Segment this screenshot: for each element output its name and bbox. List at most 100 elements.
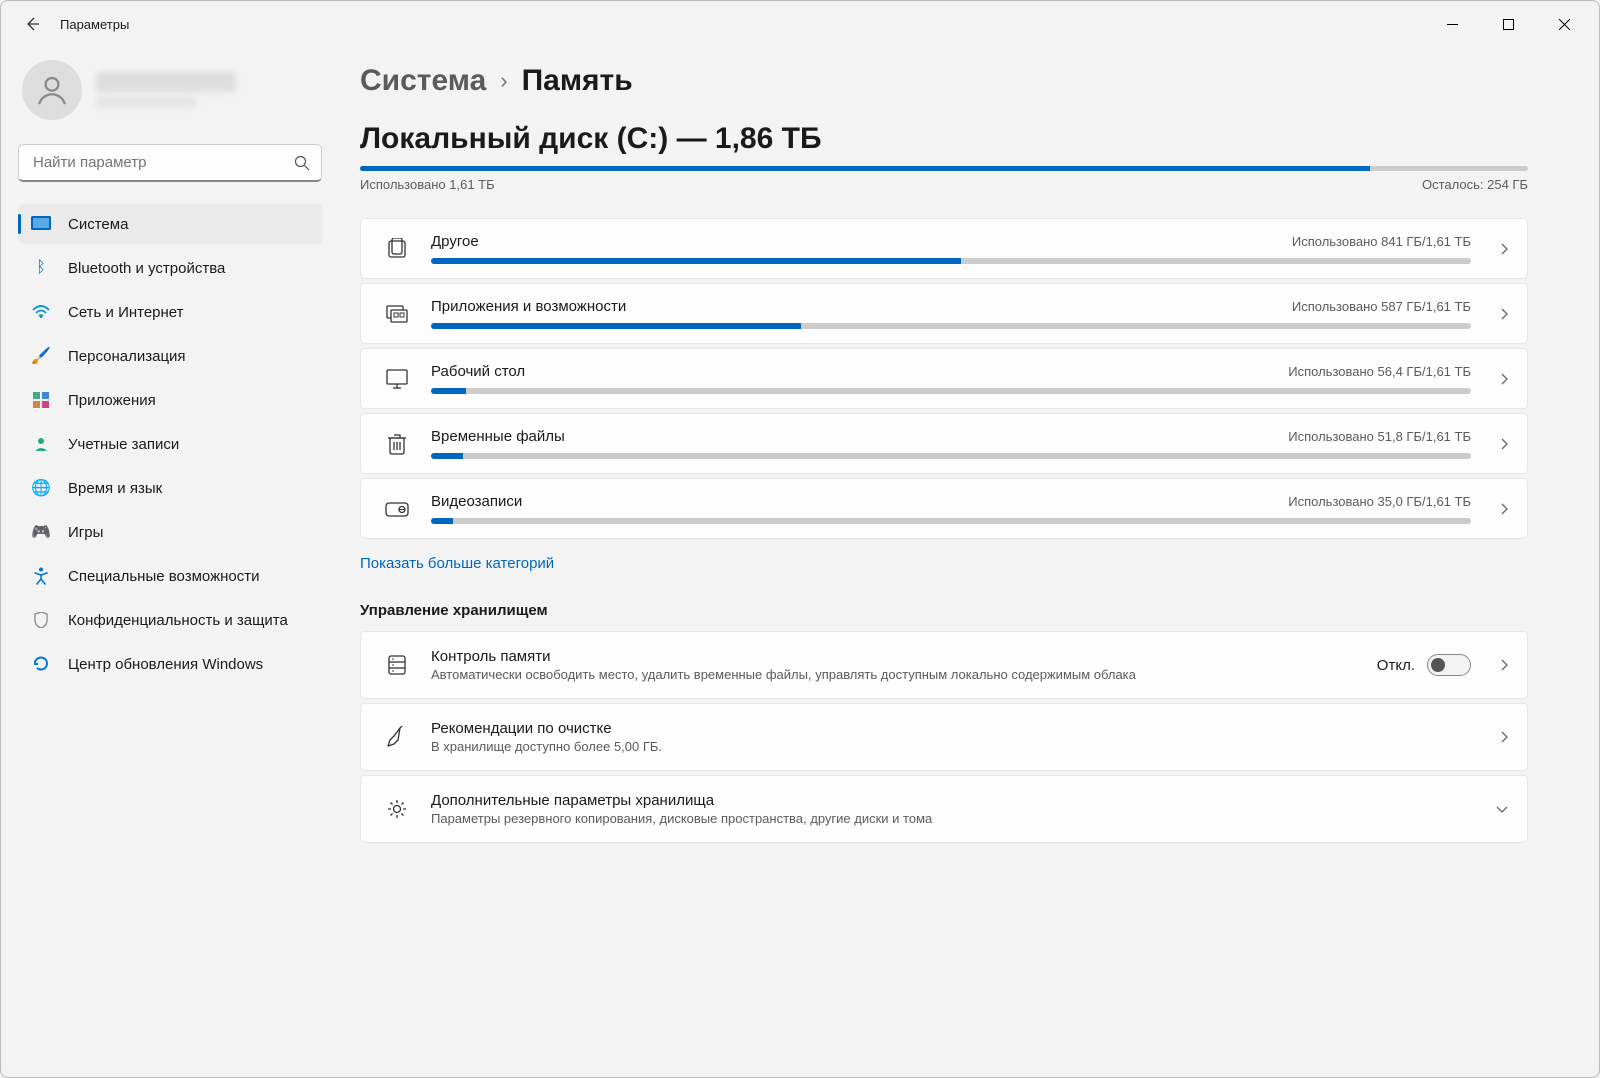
storage-category-card[interactable]: Видеозаписи Использовано 35,0 ГБ/1,61 ТБ xyxy=(360,478,1528,539)
category-icon xyxy=(383,238,411,260)
nav-label: Bluetooth и устройства xyxy=(68,260,225,277)
arrow-left-icon xyxy=(24,16,40,32)
nav-personalization[interactable]: 🖌️ Персонализация xyxy=(18,336,322,376)
nav-label: Конфиденциальность и защита xyxy=(68,612,288,629)
brush-icon: 🖌️ xyxy=(30,345,52,367)
nav-label: Система xyxy=(68,216,128,233)
person-icon xyxy=(35,73,69,107)
storage-management-heading: Управление хранилищем xyxy=(360,602,1528,619)
nav-label: Персонализация xyxy=(68,348,186,365)
category-icon xyxy=(383,368,411,390)
category-name: Видеозаписи xyxy=(431,493,522,510)
minimize-button[interactable] xyxy=(1424,4,1480,44)
nav-network[interactable]: Сеть и Интернет xyxy=(18,292,322,332)
disk-free-label: Осталось: 254 ГБ xyxy=(1422,177,1528,192)
avatar xyxy=(22,60,82,120)
wifi-icon xyxy=(30,301,52,323)
search-input[interactable] xyxy=(18,144,322,182)
window-title: Параметры xyxy=(60,17,129,32)
nav-gaming[interactable]: 🎮Игры xyxy=(18,512,322,552)
storage-sense-card[interactable]: Контроль памяти Автоматически освободить… xyxy=(360,631,1528,699)
category-bar xyxy=(431,388,1471,394)
category-usage: Использовано 35,0 ГБ/1,61 ТБ xyxy=(1288,494,1471,509)
bluetooth-icon: ᛒ xyxy=(30,257,52,279)
gear-icon xyxy=(383,798,411,820)
nav-apps[interactable]: Приложения xyxy=(18,380,322,420)
storage-sense-desc: Автоматически освободить место, удалить … xyxy=(431,667,1357,682)
nav-list: Система ᛒ Bluetooth и устройства Сеть и И… xyxy=(18,204,322,684)
nav-label: Специальные возможности xyxy=(68,568,260,585)
cleanup-desc: В хранилище доступно более 5,00 ГБ. xyxy=(431,739,1471,754)
toggle-state-label: Откл. xyxy=(1377,657,1415,674)
window-controls xyxy=(1424,4,1592,44)
chevron-down-icon xyxy=(1495,804,1509,814)
disk-usage-bar xyxy=(360,166,1528,171)
storage-sense-toggle[interactable] xyxy=(1427,654,1471,676)
breadcrumb-parent[interactable]: Система xyxy=(360,64,486,98)
disk-usage-fill xyxy=(360,166,1370,171)
update-icon xyxy=(30,653,52,675)
advanced-title: Дополнительные параметры хранилища xyxy=(431,792,1467,809)
nav-privacy[interactable]: Конфиденциальность и защита xyxy=(18,600,322,640)
chevron-right-icon xyxy=(1499,730,1509,744)
nav-system[interactable]: Система xyxy=(18,204,322,244)
advanced-storage-card[interactable]: Дополнительные параметры хранилища Парам… xyxy=(360,775,1528,843)
storage-category-card[interactable]: Другое Использовано 841 ГБ/1,61 ТБ xyxy=(360,218,1528,279)
maximize-icon xyxy=(1503,19,1514,30)
globe-clock-icon: 🌐 xyxy=(30,477,52,499)
storage-category-card[interactable]: Временные файлы Использовано 51,8 ГБ/1,61… xyxy=(360,413,1528,474)
category-icon xyxy=(383,303,411,325)
nav-time-language[interactable]: 🌐 Время и язык xyxy=(18,468,322,508)
close-button[interactable] xyxy=(1536,4,1592,44)
storage-category-card[interactable]: Приложения и возможности Использовано 587… xyxy=(360,283,1528,344)
nav-label: Центр обновления Windows xyxy=(68,656,263,673)
nav-bluetooth[interactable]: ᛒ Bluetooth и устройства xyxy=(18,248,322,288)
cleanup-recommendations-card[interactable]: Рекомендации по очистке В хранилище дост… xyxy=(360,703,1528,771)
chevron-right-icon: › xyxy=(500,68,507,94)
storage-category-card[interactable]: Рабочий столИспользовано 56,4 ГБ/1,61 ТБ xyxy=(360,348,1528,409)
category-name: Другое xyxy=(431,233,479,250)
profile[interactable] xyxy=(18,60,322,120)
search-field[interactable] xyxy=(18,144,322,182)
chevron-right-icon xyxy=(1499,242,1509,256)
maximize-button[interactable] xyxy=(1480,4,1536,44)
chevron-right-icon xyxy=(1499,502,1509,516)
titlebar: Параметры xyxy=(0,0,1600,48)
chevron-right-icon xyxy=(1499,437,1509,451)
show-more-categories-link[interactable]: Показать больше категорий xyxy=(360,555,554,572)
category-name: Временные файлы xyxy=(431,428,565,445)
accessibility-icon xyxy=(30,565,52,587)
nav-accessibility[interactable]: Специальные возможности xyxy=(18,556,322,596)
search-icon xyxy=(294,155,310,171)
storage-sense-title: Контроль памяти xyxy=(431,648,1357,665)
sidebar: Система ᛒ Bluetooth и устройства Сеть и И… xyxy=(0,48,340,1078)
minimize-icon xyxy=(1447,19,1458,30)
category-usage: Использовано 51,8 ГБ/1,61 ТБ xyxy=(1288,429,1471,444)
nav-label: Время и язык xyxy=(68,480,162,497)
apps-icon xyxy=(30,389,52,411)
storage-category-list: Другое Использовано 841 ГБ/1,61 ТБ Приложе… xyxy=(360,218,1528,539)
category-name: Приложения и возможности xyxy=(431,298,626,315)
main-content: Система › Память Локальный диск (C:) — 1… xyxy=(340,48,1600,1078)
category-icon xyxy=(383,500,411,518)
nav-label: Учетные записи xyxy=(68,436,179,453)
profile-email xyxy=(96,96,196,108)
chevron-right-icon xyxy=(1499,372,1509,386)
category-bar xyxy=(431,518,1471,524)
breadcrumb-current: Память xyxy=(522,64,633,98)
profile-name xyxy=(96,72,236,92)
category-bar xyxy=(431,258,1471,264)
category-usage: Использовано 587 ГБ/1,61 ТБ xyxy=(1292,299,1471,314)
back-button[interactable] xyxy=(12,4,52,44)
category-icon xyxy=(383,433,411,455)
category-bar xyxy=(431,453,1471,459)
breadcrumb: Система › Память xyxy=(360,64,1528,98)
disk-title: Локальный диск (C:) — 1,86 ТБ xyxy=(360,122,1528,156)
category-usage: Использовано 841 ГБ/1,61 ТБ xyxy=(1292,234,1471,249)
nav-label: Игры xyxy=(68,524,103,541)
nav-accounts[interactable]: Учетные записи xyxy=(18,424,322,464)
nav-windows-update[interactable]: Центр обновления Windows xyxy=(18,644,322,684)
display-icon xyxy=(30,213,52,235)
chevron-right-icon xyxy=(1499,658,1509,672)
category-name: Рабочий стол xyxy=(431,363,525,380)
